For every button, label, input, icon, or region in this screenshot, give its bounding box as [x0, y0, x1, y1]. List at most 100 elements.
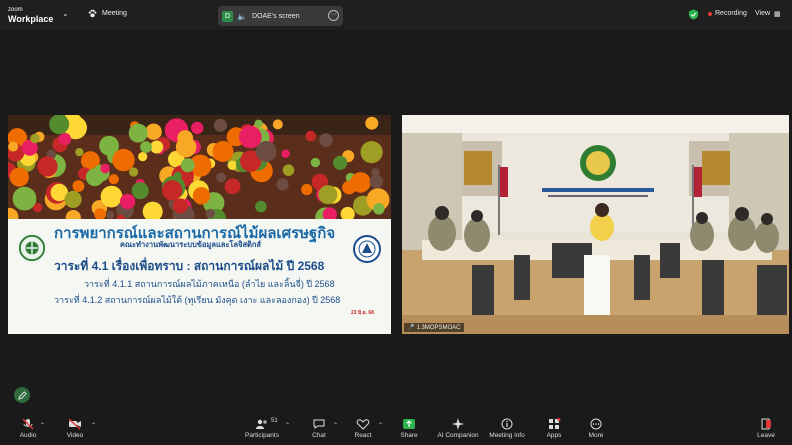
fruit-shape	[373, 203, 385, 215]
fruit-shape	[58, 132, 72, 146]
more-button[interactable]: More	[568, 418, 624, 439]
fruit-shape	[272, 119, 283, 130]
fruit-shape	[119, 193, 136, 210]
shared-screen-tile[interactable]: การพยากรณ์และสถานการณ์ไม้ผลเศรษฐกิจ คณะท…	[8, 115, 391, 334]
fruit-shape	[173, 171, 182, 180]
leave-door-icon	[761, 418, 771, 430]
fruit-shape	[49, 115, 70, 135]
fruit-shape	[212, 140, 234, 162]
fruit-shape	[276, 178, 289, 191]
fruit-shape	[342, 180, 356, 195]
view-button[interactable]: View ▦	[755, 10, 781, 18]
fruit-shape	[365, 116, 379, 130]
slide-date: 23 มิ.ย. 68	[351, 310, 374, 316]
video-off-icon	[68, 418, 81, 430]
fruit-shape	[106, 210, 115, 219]
fruit-shape	[64, 190, 82, 208]
info-icon	[501, 418, 513, 430]
participants-count: 51	[271, 418, 278, 424]
apps-icon	[549, 418, 561, 429]
meeting-info-label: Meeting info	[489, 432, 525, 439]
fruit-shape	[319, 133, 333, 147]
video-label: Video	[66, 432, 84, 439]
fruit-shape	[162, 180, 183, 201]
participants-caret-icon[interactable]: ⌃	[285, 422, 290, 429]
heart-icon	[356, 419, 370, 430]
view-label: View	[755, 10, 771, 17]
fruit-shape	[216, 172, 227, 183]
fruit-shape	[333, 155, 348, 170]
ai-companion-button[interactable]: AI Companion	[430, 418, 486, 439]
video-caret-icon[interactable]: ⌃	[91, 422, 96, 429]
recording-label: Recording	[715, 10, 747, 17]
share-button[interactable]: Share	[381, 418, 437, 439]
fruit-shape	[360, 141, 383, 164]
fruit-shape	[150, 140, 164, 154]
mic-muted-icon: 🎤	[407, 325, 415, 331]
fruit-shape	[138, 152, 148, 162]
slide-text-area: การพยากรณ์และสถานการณ์ไม้ผลเศรษฐกิจ คณะท…	[8, 219, 391, 334]
fruit-shape	[305, 130, 317, 142]
fruit-shape	[224, 178, 241, 195]
fruit-shape	[112, 148, 135, 172]
fruit-shape	[310, 157, 321, 168]
shield-icon[interactable]	[688, 9, 699, 20]
meeting-toolbar: Audio ⌃ Video ⌃ Participants 51 ⌃ Chat ⌃…	[0, 413, 792, 445]
view-grid-icon: ▦	[774, 11, 781, 18]
speaker-icon: 🔈	[237, 11, 247, 21]
fruit-shape	[282, 164, 295, 176]
paw-icon	[88, 9, 97, 18]
share-options-icon[interactable]: ⋯	[328, 10, 339, 21]
fruit-shape	[205, 208, 215, 219]
fruit-shape	[75, 148, 84, 157]
more-label: More	[588, 432, 604, 439]
zoom-brand[interactable]: zoom Workplace	[8, 6, 53, 24]
fruit-market-photo	[8, 115, 391, 219]
fruit-shape	[128, 123, 148, 143]
fruit-shape	[12, 186, 37, 211]
fruit-shape	[140, 141, 152, 153]
fruit-shape	[8, 141, 19, 152]
recording-indicator[interactable]: Recording	[708, 10, 747, 17]
audio-caret-icon[interactable]: ⌃	[40, 422, 45, 429]
leave-button[interactable]: Leave	[738, 418, 792, 439]
fruit-shape	[129, 167, 139, 177]
fruit-shape	[37, 156, 58, 177]
fruit-shape	[72, 180, 85, 192]
fruit-shape	[191, 121, 204, 135]
annotate-button[interactable]	[14, 387, 30, 403]
pencil-icon	[17, 390, 27, 400]
chat-label: Chat	[312, 432, 326, 439]
share-label: DOAE's screen	[251, 12, 300, 20]
screen-share-indicator[interactable]: D 🔈 DOAE's screen ⋯	[218, 6, 343, 26]
audio-label: Audio	[19, 432, 37, 439]
share-label-btn: Share	[400, 432, 418, 439]
doae-logo-icon	[18, 234, 46, 262]
fruit-shape	[30, 133, 40, 144]
fruit-shape	[175, 136, 197, 158]
more-icon	[590, 418, 602, 430]
fruit-shape	[9, 167, 29, 187]
meeting-button[interactable]: Meeting	[88, 9, 127, 18]
participant-video-tile[interactable]: 🎤 1.3MOPSMOAC	[402, 115, 789, 334]
agenda-item-1: วาระที่ 4.1.1 สถานการณ์ผลไม้ภาคเหนือ (ลำ…	[84, 279, 335, 289]
ai-companion-label: AI Companion	[437, 432, 479, 439]
agenda-item-2: วาระที่ 4.1.2 สถานการณ์ผลไม้ใต้ (ทุเรียน…	[54, 295, 341, 305]
fruit-shape	[100, 163, 110, 174]
share-screen-icon	[403, 419, 415, 429]
top-bar: zoom Workplace ⌄ Meeting D 🔈 DOAE's scre…	[0, 0, 792, 30]
agenda-main: วาระที่ 4.1 เรื่องเพื่อทราบ : สถานการณ์ผ…	[54, 259, 325, 273]
participants-button[interactable]: Participants	[234, 418, 290, 439]
fruit-shape	[145, 123, 162, 140]
record-dot-icon	[708, 11, 712, 16]
brand-name: Workplace	[8, 14, 54, 24]
fruit-shape	[318, 185, 338, 205]
fruit-shape	[180, 158, 195, 173]
apps-label: Apps	[546, 432, 562, 439]
fruit-shape	[239, 125, 262, 149]
fruit-shape	[213, 118, 227, 132]
meeting-room-video	[402, 115, 789, 334]
fruit-shape	[254, 119, 263, 128]
fruit-shape	[301, 183, 313, 196]
chevron-down-icon[interactable]: ⌄	[62, 9, 69, 18]
